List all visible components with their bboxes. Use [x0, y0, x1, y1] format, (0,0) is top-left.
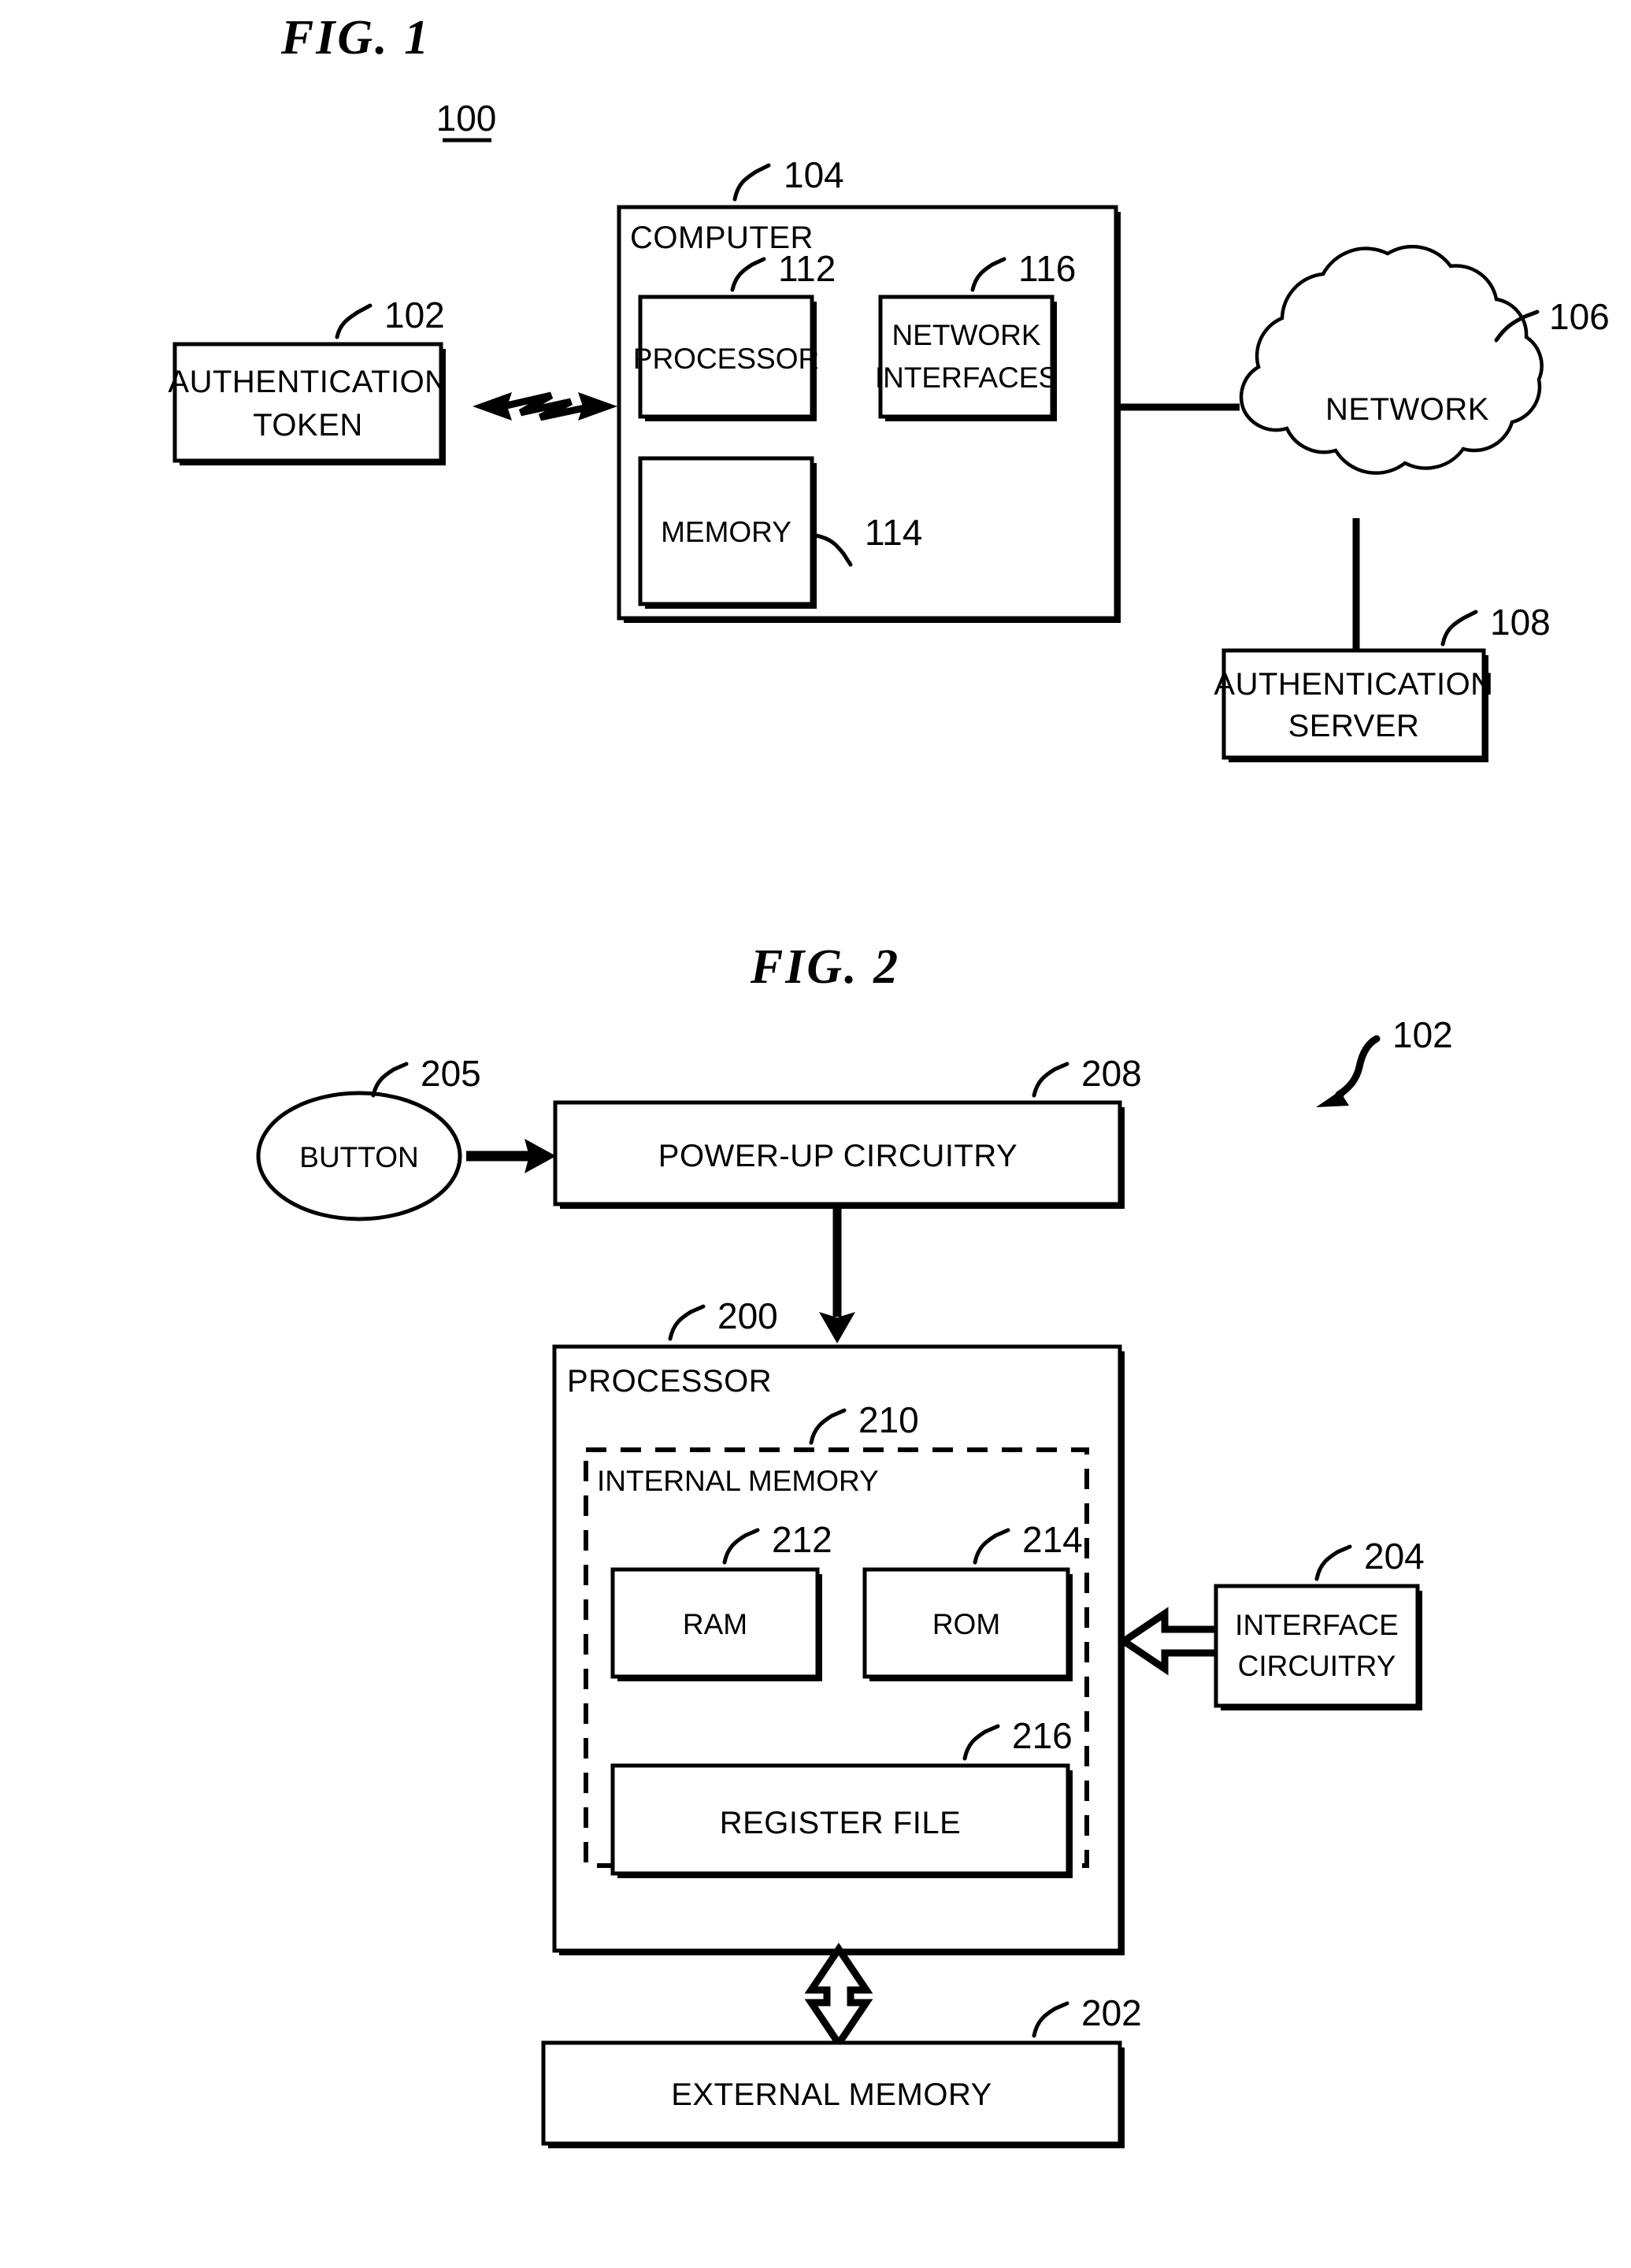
auth-token-ref: 102: [384, 295, 445, 335]
network-interfaces-label-line1: NETWORK: [891, 319, 1040, 351]
figure-1-title: FIG. 1: [280, 11, 431, 65]
register-file-label: REGISTER FILE: [720, 1806, 962, 1840]
auth-token-leader-line: [335, 303, 373, 339]
auth-token-node: AUTHENTICATION TOKEN 102: [168, 295, 447, 465]
processor-label-fig2: PROCESSOR: [567, 1364, 772, 1399]
figure-2: FIG. 2 102 BUTTON 205 POWER-UP CIRCUITRY…: [256, 940, 1453, 2148]
processor-label: PROCESSOR: [633, 343, 819, 375]
powerup-processor-arrow: [819, 1209, 855, 1343]
power-up-leader-line: [1032, 1062, 1069, 1098]
auth-token-label-line1: AUTHENTICATION: [168, 365, 447, 399]
auth-server-node: AUTHENTICATION SERVER 108: [1214, 602, 1551, 762]
computer-leader-line: [732, 163, 771, 202]
power-up-circuitry-node: POWER-UP CIRCUITRY 208: [553, 1053, 1142, 1209]
ram-label: RAM: [683, 1608, 747, 1640]
interface-circuitry-node: INTERFACE CIRCUITRY 204: [1214, 1536, 1425, 1710]
figure-1-system-ref: 100: [436, 98, 497, 139]
auth-server-label-line1: AUTHENTICATION: [1214, 667, 1493, 702]
auth-server-ref: 108: [1490, 602, 1551, 643]
rom-label: ROM: [932, 1608, 1000, 1640]
processor-ref-fig2: 200: [717, 1295, 778, 1336]
figure-1: FIG. 1 100 AUTHENTICATION TOKEN 102 COMP…: [168, 11, 1610, 762]
external-memory-label: EXTERNAL MEMORY: [671, 2077, 992, 2112]
wireless-arrowhead-right: [578, 392, 617, 421]
processor-node-fig2: PROCESSOR 200 INTERNAL MEMORY 210 RAM 21…: [552, 1295, 1125, 1955]
network-interfaces-ref: 116: [1018, 248, 1076, 289]
network-interfaces-box: [878, 295, 1055, 419]
figure-2-system-ref-pointer: 102: [1316, 1014, 1453, 1107]
network-cloud-node: NETWORK 106: [1239, 244, 1610, 475]
register-file-ref: 216: [1012, 1715, 1073, 1756]
button-leader-line: [371, 1062, 409, 1098]
network-cloud-shape: [1239, 244, 1544, 475]
button-label: BUTTON: [299, 1141, 418, 1173]
power-up-ref: 208: [1081, 1053, 1142, 1094]
interface-circuitry-label-line1: INTERFACE: [1235, 1609, 1399, 1641]
network-ref: 106: [1549, 296, 1610, 337]
auth-token-label-line2: TOKEN: [253, 408, 363, 443]
network-label: NETWORK: [1325, 392, 1489, 427]
power-up-label: POWER-UP CIRCUITRY: [658, 1139, 1018, 1173]
computer-ref: 104: [784, 154, 844, 195]
network-interfaces-label-line2: INTERFACES: [875, 361, 1058, 394]
patent-drawing-sheet: FIG. 1 100 AUTHENTICATION TOKEN 102 COMP…: [0, 0, 1631, 2268]
interface-circuitry-label-line2: CIRCUITRY: [1238, 1650, 1396, 1682]
button-powerup-arrowhead: [525, 1139, 556, 1173]
memory-label: MEMORY: [661, 516, 791, 548]
wireless-zigzag: [502, 391, 593, 421]
processor-external-memory-arrow: [804, 1942, 873, 2051]
figure-2-title: FIG. 2: [750, 940, 900, 994]
interface-circuitry-box: [1214, 1584, 1420, 1708]
rom-ref: 214: [1022, 1519, 1083, 1560]
processor-external-memory-double-arrow: [804, 1942, 873, 2051]
figure-2-system-ref: 102: [1392, 1014, 1453, 1055]
memory-ref: 114: [865, 512, 922, 553]
auth-token-box: [172, 342, 443, 463]
processor-ref: 112: [778, 248, 836, 289]
drawing-canvas: FIG. 1 100 AUTHENTICATION TOKEN 102 COMP…: [168, 11, 1610, 2148]
internal-memory-label: INTERNAL MEMORY: [597, 1465, 879, 1497]
internal-memory-ref: 210: [858, 1399, 919, 1440]
external-memory-ref: 202: [1081, 1992, 1142, 2033]
processor-leader-line-fig2: [668, 1304, 706, 1341]
interface-circuitry-ref: 204: [1364, 1536, 1425, 1577]
button-ref: 205: [421, 1053, 481, 1094]
wireless-link-arrow: [473, 391, 617, 421]
auth-server-label-line2: SERVER: [1288, 709, 1420, 743]
system-ref-curve: [1335, 1035, 1381, 1099]
auth-server-leader-line: [1440, 610, 1478, 647]
wireless-arrowhead-left: [473, 392, 512, 421]
interface-circuitry-leader-line: [1314, 1544, 1352, 1581]
button-node: BUTTON 205: [256, 1053, 481, 1221]
button-powerup-arrow: [466, 1139, 556, 1173]
system-ref-arrowhead: [1316, 1085, 1349, 1107]
external-memory-leader-line: [1032, 2001, 1069, 2038]
computer-node: COMPUTER 104 PROCESSOR 112 NETWORK INTER…: [617, 154, 1121, 623]
ram-ref: 212: [772, 1519, 832, 1560]
